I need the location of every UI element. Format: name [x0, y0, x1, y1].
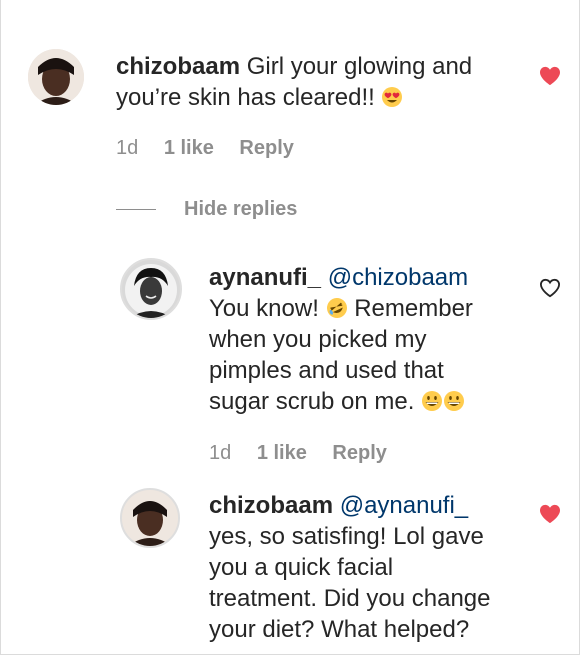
comment-line: pimples and used that [209, 357, 444, 384]
comment-line: you a quick facial [209, 554, 394, 581]
hide-replies-label: Hide replies [184, 197, 298, 220]
hide-replies-button[interactable]: Hide replies [116, 194, 297, 224]
reply-button[interactable]: Reply [239, 137, 293, 159]
comment-line: when you picked my [209, 326, 427, 353]
comment-likes[interactable]: 1 like [164, 137, 214, 159]
comment-meta: 1d 1 like Reply [116, 137, 314, 160]
avatar[interactable] [28, 49, 84, 105]
comment-line: Remember [354, 295, 473, 322]
avatar[interactable] [120, 258, 182, 320]
like-heart-icon[interactable] [539, 66, 561, 86]
like-heart-icon[interactable] [539, 504, 561, 524]
comment-line: your diet? What helped? [209, 616, 470, 643]
comment-line: you’re skin has cleared!! [116, 84, 375, 111]
comment-line: yes, so satisfing! Lol gave [209, 523, 484, 550]
comment-text: aynanufi_ @chizobaam You know! Remember … [209, 262, 529, 417]
comment-mention[interactable]: @aynanufi_ [340, 492, 468, 519]
comment-time[interactable]: 1d [116, 137, 138, 159]
comment-line: Girl your glowing and [246, 53, 473, 80]
like-heart-outline-icon[interactable] [539, 278, 561, 298]
comment-username[interactable]: chizobaam [116, 53, 240, 80]
comment-username[interactable]: aynanufi_ [209, 264, 321, 291]
comment-line: sugar scrub on me. [209, 388, 415, 415]
comment-text: chizobaam Girl your glowing and you’re s… [116, 51, 526, 113]
avatar[interactable] [120, 488, 180, 548]
comment-mention[interactable]: @chizobaam [328, 264, 468, 291]
divider-line [116, 208, 156, 210]
rofl-emoji [326, 297, 348, 319]
comment-line: treatment. Did you change [209, 585, 491, 612]
grinning-emoji [443, 390, 465, 412]
comment-text: chizobaam @aynanufi_ yes, so satisfing! … [209, 490, 529, 645]
comment-line: You know! [209, 295, 319, 322]
comments-panel: chizobaam Girl your glowing and you’re s… [0, 0, 580, 655]
comment-likes[interactable]: 1 like [257, 442, 307, 464]
comment-username[interactable]: chizobaam [209, 492, 333, 519]
comment-time[interactable]: 1d [209, 442, 231, 464]
reply-button[interactable]: Reply [332, 442, 386, 464]
comment-meta: 1d 1 like Reply [209, 442, 407, 465]
grinning-emoji [421, 390, 443, 412]
heart-eyes-emoji [381, 86, 403, 108]
previous-meta-remnant [109, 0, 135, 2]
